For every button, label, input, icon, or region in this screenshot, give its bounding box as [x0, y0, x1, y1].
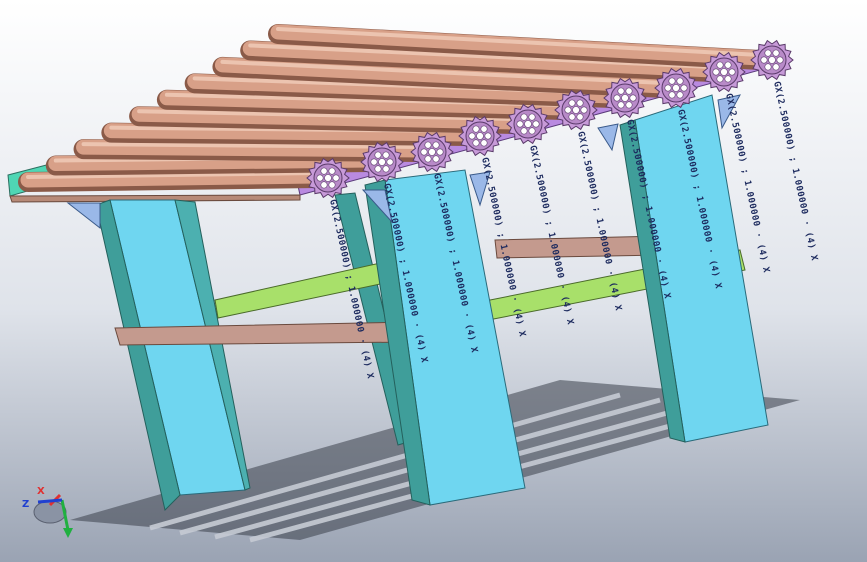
z-axis-label: Z	[22, 499, 29, 510]
cad-viewport[interactable]: GX(2.500000) ; 1.000000 · (4) X GX(2.5000…	[0, 0, 867, 562]
crossbar-pink-right	[494, 235, 661, 259]
z-axis-line	[37, 498, 63, 504]
x-axis-label: X	[37, 486, 45, 497]
